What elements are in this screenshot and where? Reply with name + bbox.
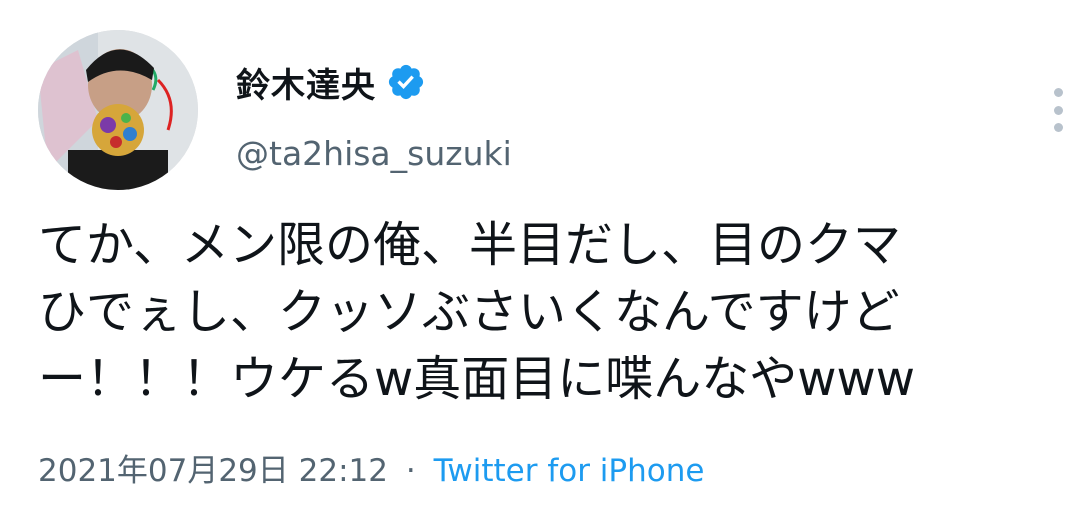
tweet-text-line: てか、メン限の俺、半目だし、目のクマ [38, 217, 902, 273]
tweet-source[interactable]: Twitter for iPhone [434, 453, 705, 489]
tweet-text: てか、メン限の俺、半目だし、目のクマ ひでぇし、クッソぶさいくなんですけど ー！… [38, 212, 1050, 413]
tweet-text-line: ひでぇし、クッソぶさいくなんですけど [38, 284, 900, 340]
tweet-timestamp[interactable]: 2021年07月29日 22:12 [38, 453, 388, 489]
tweet-card: 鈴木達央 @ta2hisa_suzuki てか、メン限の俺、半目だし、目のクマ … [0, 0, 1080, 516]
user-handle[interactable]: @ta2hisa_suzuki [236, 134, 512, 173]
avatar[interactable] [38, 30, 198, 190]
tweet-text-line: ー！！！ウケるw真面目に喋んなやwww [38, 351, 916, 407]
tweet-meta: 2021年07月29日 22:12 · Twitter for iPhone [38, 445, 704, 490]
display-name[interactable]: 鈴木達央 [236, 58, 376, 107]
verified-badge-icon [386, 62, 426, 102]
more-options-icon[interactable] [1044, 88, 1072, 132]
display-name-row: 鈴木達央 [236, 58, 512, 106]
more-dot [1053, 123, 1063, 132]
meta-separator: · [405, 453, 416, 489]
author-names: 鈴木達央 @ta2hisa_suzuki [236, 58, 512, 173]
more-dot [1053, 88, 1063, 97]
tweet-header: 鈴木達央 @ta2hisa_suzuki [38, 30, 1063, 195]
more-dot [1053, 105, 1063, 115]
avatar-image [38, 30, 198, 190]
